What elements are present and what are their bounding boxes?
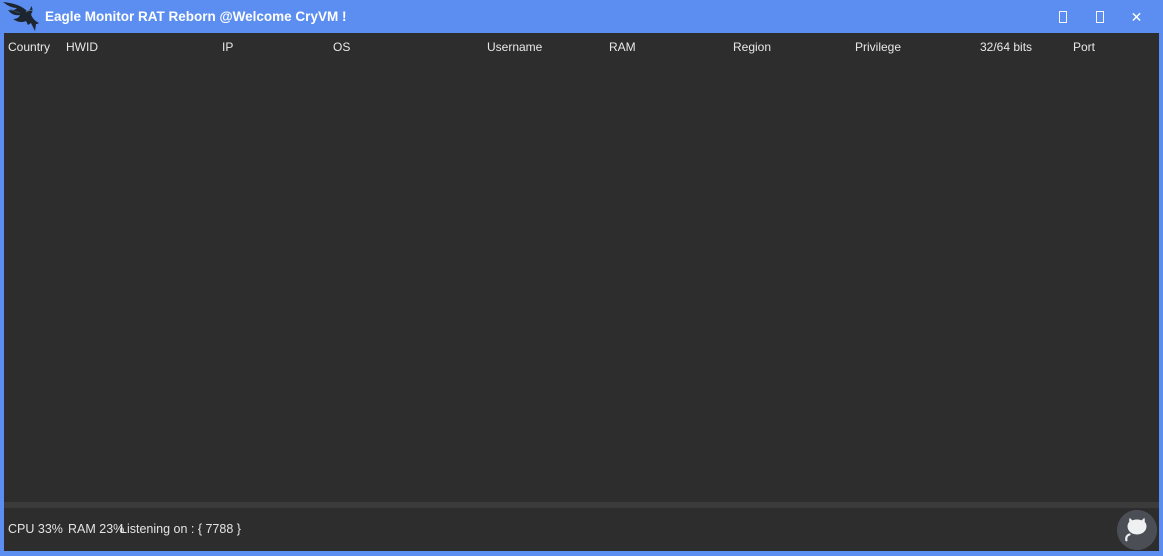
minimize-icon: [1059, 11, 1067, 23]
client-area: Country HWID IP OS Username RAM Region P…: [4, 33, 1159, 551]
title-bar[interactable]: Eagle Monitor RAT Reborn @Welcome CryVM …: [0, 0, 1163, 33]
maximize-button[interactable]: [1081, 0, 1118, 33]
ram-usage-label: RAM 23%: [68, 508, 124, 551]
column-header-hwid[interactable]: HWID: [66, 33, 98, 62]
minimize-button[interactable]: [1044, 0, 1081, 33]
column-header-port[interactable]: Port: [1073, 33, 1095, 62]
window-title: Eagle Monitor RAT Reborn @Welcome CryVM …: [45, 0, 346, 33]
github-button[interactable]: [1117, 510, 1157, 550]
column-header-country[interactable]: Country: [8, 33, 50, 62]
cpu-usage-label: CPU 33%: [8, 508, 63, 551]
eagle-icon: [2, 1, 40, 32]
github-octocat-icon: [1117, 510, 1157, 550]
column-header-bits[interactable]: 32/64 bits: [980, 33, 1032, 62]
close-button[interactable]: ✕: [1118, 0, 1155, 33]
clients-list-body: [4, 62, 1159, 502]
listening-port-label: Listening on : { 7788 }: [120, 508, 241, 551]
column-header-region[interactable]: Region: [733, 33, 771, 62]
close-icon: ✕: [1131, 10, 1143, 24]
column-header-ip[interactable]: IP: [222, 33, 233, 62]
column-header-os[interactable]: OS: [333, 33, 350, 62]
column-header-username[interactable]: Username: [487, 33, 542, 62]
maximize-icon: [1096, 11, 1104, 23]
app-window: Eagle Monitor RAT Reborn @Welcome CryVM …: [0, 0, 1163, 556]
column-header-privilege[interactable]: Privilege: [855, 33, 901, 62]
column-header-ram[interactable]: RAM: [609, 33, 636, 62]
window-controls: ✕: [1044, 0, 1155, 33]
status-bar: CPU 33% RAM 23% Listening on : { 7788 }: [4, 508, 1159, 551]
clients-table-header: Country HWID IP OS Username RAM Region P…: [4, 33, 1159, 62]
